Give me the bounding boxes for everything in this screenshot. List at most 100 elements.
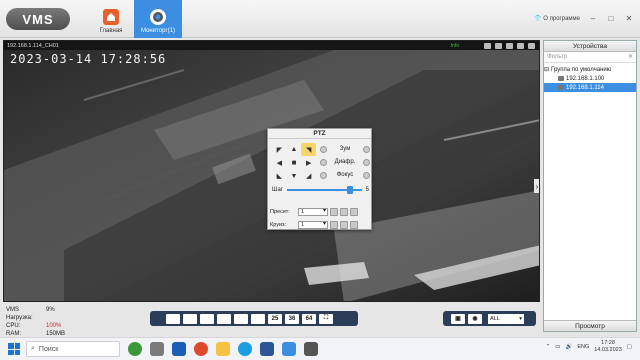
search-icon: ⌕: [31, 345, 35, 352]
preset-select[interactable]: 1: [298, 208, 328, 216]
pan-up-right-button[interactable]: ◥: [301, 143, 316, 157]
clear-filter-icon[interactable]: ✕: [628, 52, 633, 63]
network-icon[interactable]: ▭: [555, 344, 560, 350]
edge-icon[interactable]: [238, 342, 252, 356]
audio-icon[interactable]: [506, 42, 513, 49]
devices-title: Устройства: [544, 41, 636, 52]
stream-select[interactable]: ALL: [488, 313, 524, 324]
chevron-up-icon[interactable]: ⌃: [546, 344, 551, 350]
collapse-panel-icon[interactable]: ›: [534, 179, 539, 193]
preset-set-button[interactable]: [340, 208, 348, 216]
pan-down-button[interactable]: ▼: [287, 170, 302, 183]
camera-icon: [150, 9, 166, 25]
vms-app-icon[interactable]: [304, 342, 318, 356]
layout-64-button[interactable]: 64: [302, 313, 316, 324]
app-logo: VMS: [6, 8, 70, 30]
cpu-value: 100%: [46, 323, 62, 329]
tab-home[interactable]: Главная: [94, 0, 128, 38]
focus-label: Фокус: [336, 172, 354, 178]
preset-call-button[interactable]: [330, 208, 338, 216]
layout-6-button[interactable]: [200, 313, 214, 324]
devices-panel: Устройства Фильтр ✕ ⊟ Группа по умолчани…: [543, 40, 637, 332]
snapshot-icon[interactable]: [495, 42, 502, 49]
language-indicator[interactable]: ENG: [577, 344, 589, 350]
pan-down-left-button[interactable]: ◣: [272, 170, 287, 183]
cruise-select[interactable]: 1: [298, 221, 328, 229]
chrome-icon[interactable]: [194, 342, 208, 356]
pan-left-button[interactable]: ◀: [272, 156, 287, 169]
talk-icon[interactable]: [517, 42, 524, 49]
home-icon: [103, 9, 119, 25]
zoom-in-button[interactable]: [363, 145, 370, 153]
close-button[interactable]: ✕: [624, 14, 634, 23]
tree-device-item[interactable]: 192.168.1.114: [544, 83, 636, 92]
cruise-start-button[interactable]: [330, 221, 338, 229]
tree-group[interactable]: ⊟ Группа по умолчанию: [544, 65, 636, 74]
expand-icon[interactable]: ⊟: [544, 66, 549, 73]
cruise-stop-button[interactable]: [340, 221, 348, 229]
layout-16-button[interactable]: [251, 313, 265, 324]
pan-up-left-button[interactable]: ◤: [272, 143, 287, 156]
task-view-icon[interactable]: [150, 342, 164, 356]
iris-open-button[interactable]: [362, 158, 370, 166]
pan-down-right-button[interactable]: ◢: [301, 170, 316, 183]
cruise-edit-button[interactable]: [350, 221, 358, 229]
zoom-out-button[interactable]: [320, 145, 327, 153]
volume-icon[interactable]: 🔊: [565, 344, 572, 350]
maximize-button[interactable]: □: [606, 14, 616, 23]
tab-monitor[interactable]: Мониторг(1): [134, 0, 182, 38]
pan-right-button[interactable]: ▶: [301, 156, 316, 169]
vms-load-label: VMS Нагрузка:: [6, 307, 33, 321]
stream-toolbar: ▣ ◉ ALL: [443, 311, 536, 326]
system-tray: ⌃ ▭ 🔊 ENG 17:28 14.03.2023 ▢: [546, 340, 632, 354]
store-icon[interactable]: [282, 342, 296, 356]
layout-9-button[interactable]: [234, 313, 248, 324]
cpu-label: CPU:: [6, 323, 21, 329]
device-label: 192.168.1.114: [566, 84, 604, 91]
minimize-button[interactable]: –: [588, 14, 598, 23]
pan-stop-button[interactable]: ■: [287, 156, 302, 169]
osd-timestamp: 2023-03-14 17:28:56: [10, 52, 167, 66]
clock[interactable]: 17:28 14.03.2023: [594, 340, 622, 354]
fullscreen-button[interactable]: ⛶: [319, 313, 333, 324]
word-icon[interactable]: [260, 342, 274, 356]
tab-monitor-label: Мониторг(1): [141, 28, 175, 34]
layout-1-button[interactable]: [166, 313, 180, 324]
preset-delete-button[interactable]: [350, 208, 358, 216]
step-slider-knob[interactable]: [346, 185, 353, 194]
step-slider[interactable]: [287, 185, 362, 194]
shirt-icon: 👕: [534, 15, 542, 22]
vms-load-value: 9%: [46, 307, 55, 313]
preset-row: Пресет: 1: [270, 207, 370, 217]
clock-date: 14.03.2023: [594, 347, 622, 353]
explorer-icon[interactable]: [216, 342, 230, 356]
tree-device-item[interactable]: 192.168.1.100: [544, 74, 636, 83]
iris-row: Диафр.: [320, 157, 370, 167]
tab-view[interactable]: Просмотр: [544, 320, 636, 331]
close-video-icon[interactable]: [528, 42, 535, 49]
taskbar-search[interactable]: ⌕ Поиск: [26, 341, 120, 357]
focus-row: Фокус: [320, 170, 370, 180]
mail-app-icon[interactable]: [172, 342, 186, 356]
game-app-icon[interactable]: [128, 342, 142, 356]
about-link[interactable]: 👕 О программе: [534, 15, 580, 22]
record-icon[interactable]: [484, 42, 491, 49]
layout-8-button[interactable]: [217, 313, 231, 324]
layout-25-button[interactable]: 25: [268, 313, 282, 324]
layout-36-button[interactable]: 36: [285, 313, 299, 324]
device-label: 192.168.1.100: [566, 75, 605, 82]
focus-near-button[interactable]: [320, 171, 327, 179]
windows-taskbar: ⌕ Поиск ⌃ ▭ 🔊 ENG 17:28 14.03.2023 ▢: [0, 337, 640, 360]
save-icon[interactable]: ▣: [451, 313, 465, 324]
step-value: 5: [365, 186, 369, 193]
about-label: О программе: [543, 15, 580, 22]
stream-settings-icon[interactable]: ◉: [468, 313, 482, 324]
layout-4-button[interactable]: [183, 313, 197, 324]
pan-up-button[interactable]: ▲: [287, 143, 302, 156]
system-stats: VMS Нагрузка: 9% CPU: 100% RAM: 150MB: [6, 306, 65, 338]
notification-icon[interactable]: ▢: [627, 344, 632, 350]
focus-far-button[interactable]: [363, 171, 370, 179]
start-button[interactable]: [6, 341, 22, 357]
iris-close-button[interactable]: [320, 158, 327, 166]
filter-input[interactable]: Фильтр ✕: [544, 52, 636, 63]
